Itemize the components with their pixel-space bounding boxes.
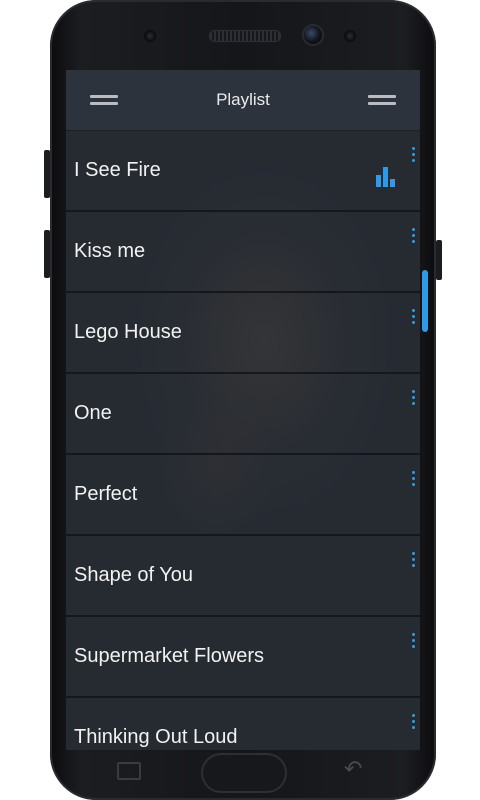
- more-vertical-icon[interactable]: [412, 390, 415, 406]
- song-title: Supermarket Flowers: [74, 645, 265, 667]
- song-title: Kiss me: [74, 240, 146, 262]
- more-vertical-icon[interactable]: [412, 552, 415, 568]
- list-item[interactable]: Kiss me: [66, 212, 420, 293]
- more-vertical-icon[interactable]: [412, 147, 415, 163]
- list-item[interactable]: One: [66, 374, 420, 455]
- more-vertical-icon[interactable]: [412, 633, 415, 649]
- recent-apps-icon[interactable]: [117, 762, 141, 780]
- home-button[interactable]: [201, 753, 287, 793]
- more-vertical-icon[interactable]: [412, 309, 415, 325]
- song-title: Perfect: [74, 483, 138, 505]
- page-title: Playlist: [216, 90, 270, 109]
- back-icon[interactable]: ↶: [344, 756, 362, 782]
- song-title: Lego House: [74, 321, 182, 343]
- list-item[interactable]: Lego House: [66, 293, 420, 374]
- scrollbar[interactable]: [422, 270, 428, 332]
- volume-down-button: [44, 230, 50, 278]
- song-title: Shape of You: [74, 564, 194, 586]
- list-item[interactable]: Supermarket Flowers: [66, 617, 420, 698]
- song-title: I See Fire: [74, 159, 161, 181]
- menu-icon[interactable]: [368, 95, 396, 105]
- song-title: Thinking Out Loud: [74, 726, 238, 748]
- playlist: I See Fire Kiss me Lego House One Perfect Sha…: [66, 131, 420, 750]
- equalizer-icon: [376, 167, 396, 187]
- more-vertical-icon[interactable]: [412, 228, 415, 244]
- volume-up-button: [44, 150, 50, 198]
- power-button: [436, 240, 442, 280]
- more-vertical-icon[interactable]: [412, 471, 415, 487]
- app-header: Playlist: [66, 70, 420, 131]
- list-item[interactable]: Thinking Out Loud: [66, 698, 420, 750]
- front-camera: [304, 26, 322, 44]
- song-title: One: [74, 402, 112, 424]
- app-screen: Playlist I See Fire Kiss me Lego House One P…: [66, 70, 420, 750]
- proximity-sensor: [144, 30, 156, 42]
- list-item[interactable]: I See Fire: [66, 131, 420, 212]
- earpiece-speaker: [209, 30, 281, 42]
- more-vertical-icon[interactable]: [412, 714, 415, 730]
- iris-sensor: [344, 30, 356, 42]
- list-item[interactable]: Perfect: [66, 455, 420, 536]
- list-item[interactable]: Shape of You: [66, 536, 420, 617]
